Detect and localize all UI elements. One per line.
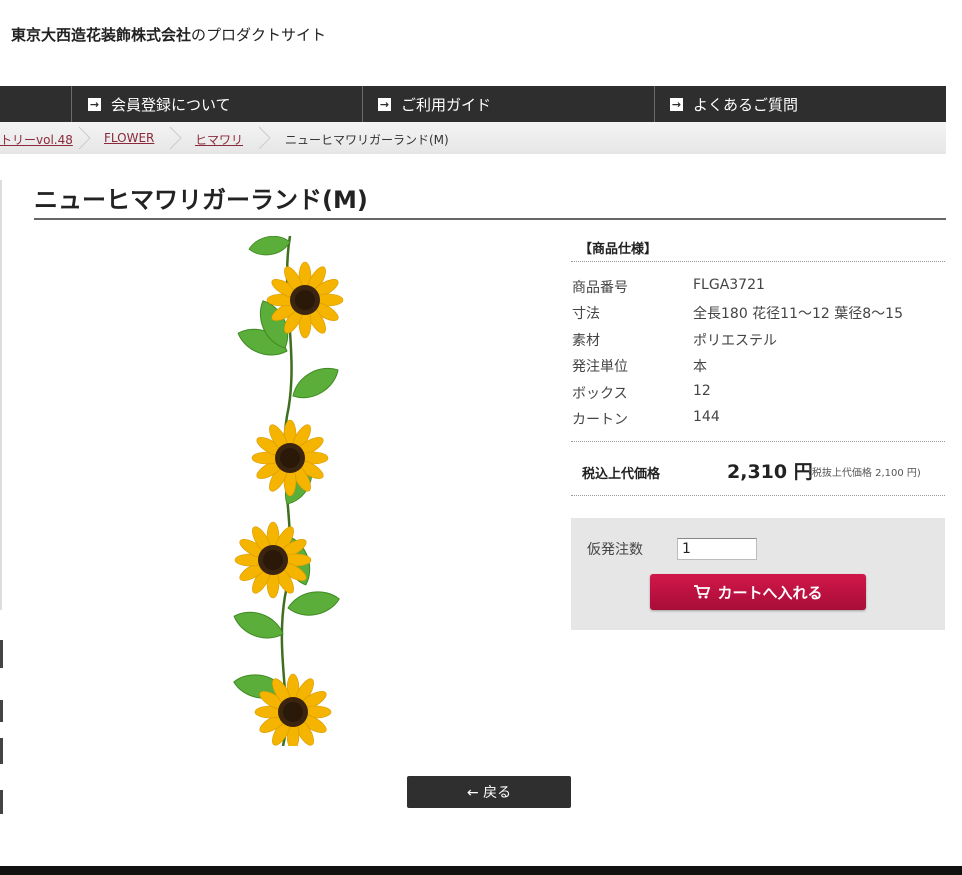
sidebar-edge-mark <box>0 738 3 764</box>
spec-value: 144 <box>693 409 720 425</box>
breadcrumb-link[interactable]: ヒマワリ <box>195 133 243 147</box>
nav-divider <box>654 86 655 122</box>
chevron-right-icon <box>258 126 271 150</box>
nav-divider <box>71 86 72 122</box>
arrow-right-icon: → <box>670 97 683 111</box>
breadcrumb-item-himawari[interactable]: ヒマワリ <box>195 131 243 148</box>
quantity-label: 仮発注数 <box>587 542 643 558</box>
global-nav: → 会員登録について → ご利用ガイド → よくあるご質問 <box>0 86 946 122</box>
footer-bar <box>0 866 962 875</box>
quantity-input[interactable] <box>677 538 757 560</box>
site-header: 東京大西造花装飾株式会社のプロダクトサイト <box>11 24 326 45</box>
chevron-right-icon <box>78 126 91 150</box>
sidebar-edge <box>0 180 2 610</box>
breadcrumb-link[interactable]: FLOWER <box>104 131 154 145</box>
spec-value: 本 <box>693 359 707 375</box>
back-button[interactable]: ← 戻る <box>407 776 571 808</box>
back-label: ← 戻る <box>466 785 512 801</box>
dotted-divider <box>571 441 945 442</box>
nav-item-faq[interactable]: → よくあるご質問 <box>670 86 798 122</box>
arrow-right-icon: → <box>378 97 391 111</box>
spec-label: カートン <box>572 412 628 428</box>
price-note: (税抜上代価格 2,100 円) <box>808 468 921 479</box>
dotted-divider <box>571 261 945 262</box>
sidebar-edge-mark <box>0 700 3 722</box>
dotted-divider <box>571 495 945 496</box>
site-subtitle: のプロダクトサイト <box>191 26 327 44</box>
spec-label: 素材 <box>572 333 600 349</box>
add-to-cart-label: カートへ入れる <box>717 583 823 602</box>
spec-value: FLGA3721 <box>693 277 765 293</box>
page-title: ニューヒマワリガーランド(M) <box>34 186 368 214</box>
arrow-right-icon: → <box>88 97 101 111</box>
spec-value: ポリエステル <box>693 333 777 349</box>
nav-item-guide[interactable]: → ご利用ガイド <box>378 86 491 122</box>
add-to-cart-button[interactable]: カートへ入れる <box>650 574 866 610</box>
price-amount: 2,310 円 <box>727 461 813 483</box>
breadcrumb-item-flower[interactable]: FLOWER <box>104 131 154 145</box>
breadcrumb: トリーvol.48 FLOWER ヒマワリ ニューヒマワリガーランド(M) <box>0 122 946 154</box>
spec-label: 商品番号 <box>572 280 628 296</box>
spec-label: ボックス <box>572 386 628 402</box>
spec-label: 寸法 <box>572 306 600 322</box>
breadcrumb-link[interactable]: トリーvol.48 <box>0 133 73 147</box>
nav-item-membership[interactable]: → 会員登録について <box>88 86 231 122</box>
company-name[interactable]: 東京大西造花装飾株式会社 <box>11 26 191 44</box>
product-image <box>229 236 345 746</box>
breadcrumb-item-catalog[interactable]: トリーvol.48 <box>0 131 73 148</box>
title-divider <box>34 218 946 220</box>
sidebar-edge-mark <box>0 790 3 814</box>
spec-value: 12 <box>693 383 711 399</box>
price-label: 税込上代価格 <box>582 467 661 482</box>
nav-item-label: ご利用ガイド <box>401 95 492 114</box>
cart-icon <box>694 585 711 599</box>
breadcrumb-current: ニューヒマワリガーランド(M) <box>285 133 449 147</box>
sidebar-edge-mark <box>0 640 3 668</box>
nav-divider <box>362 86 363 122</box>
spec-label: 発注単位 <box>572 359 628 375</box>
spec-heading: 【商品仕様】 <box>579 242 658 257</box>
nav-item-label: 会員登録について <box>111 95 231 114</box>
nav-item-label: よくあるご質問 <box>693 95 799 114</box>
spec-value: 全長180 花径11〜12 葉径8〜15 <box>693 306 903 322</box>
chevron-right-icon <box>169 126 182 150</box>
